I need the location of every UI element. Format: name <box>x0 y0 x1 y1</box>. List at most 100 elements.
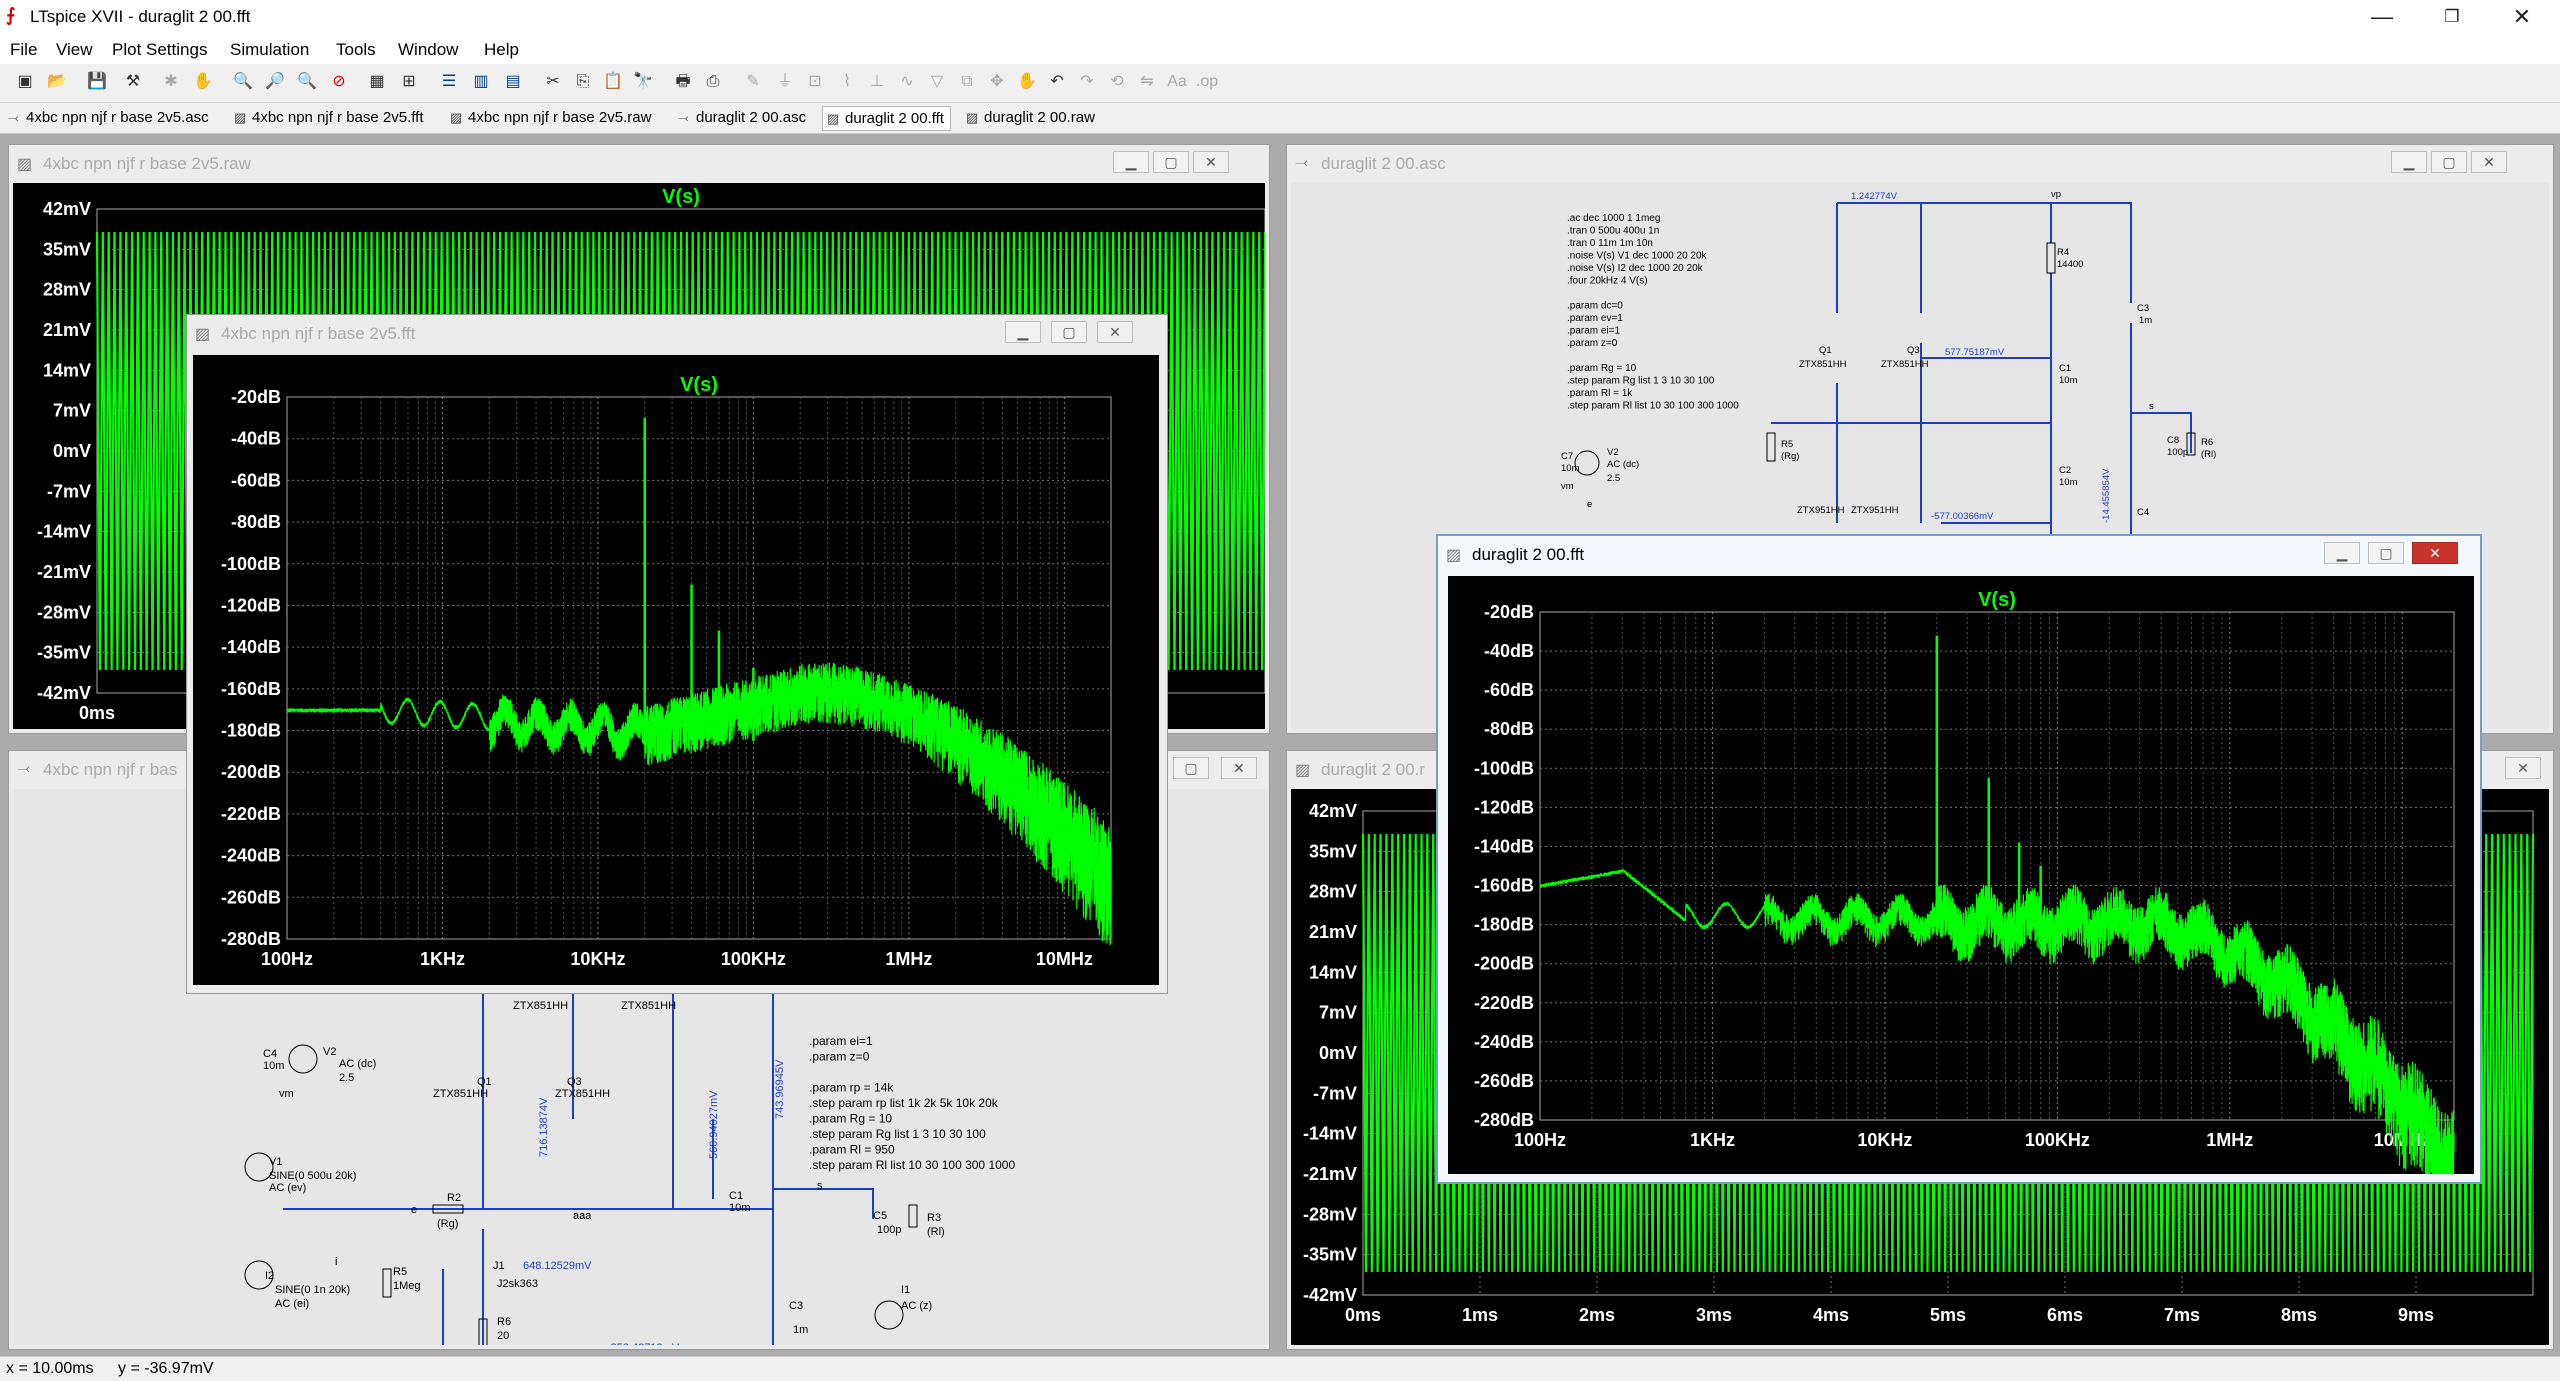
open-folder-icon[interactable]: 📂 <box>44 69 70 95</box>
cut-icon[interactable]: ✂ <box>540 69 566 95</box>
window-caption[interactable]: ▨ 4xbc npn njf r base 2v5.raw ▁ ▢ ✕ <box>9 145 1269 181</box>
cascade-icon[interactable]: ▤ <box>500 69 526 95</box>
run-icon[interactable]: ✱ <box>158 69 184 95</box>
y-tick-label: -14mV <box>1303 1124 1357 1144</box>
y-tick-label: 14mV <box>1309 962 1357 982</box>
rotate-icon[interactable]: ⟲ <box>1104 69 1130 95</box>
tab-4xbc-raw[interactable]: ▨ 4xbc npn njf r base 2v5.raw <box>446 106 657 129</box>
label-net-icon[interactable]: ⊡ <box>802 69 828 95</box>
window-caption[interactable]: ▨ 4xbc npn njf r base 2v5.fft ▁ ▢ ✕ <box>187 315 1167 351</box>
maximize-button[interactable]: ▢ <box>1173 757 1209 779</box>
schematic-label: R6 <box>497 1316 511 1328</box>
find-icon[interactable]: 🔭 <box>630 69 656 95</box>
schematic-label: 1Meg <box>393 1280 421 1292</box>
close-button[interactable]: ✕ <box>2505 757 2541 779</box>
component-icon[interactable]: ⧉ <box>954 69 980 95</box>
schematic-icon: ⤙ <box>678 110 689 125</box>
minimize-button[interactable]: ▁ <box>1113 151 1149 173</box>
copy-icon[interactable]: ⎘ <box>570 69 596 95</box>
waveform-icon: ▨ <box>234 110 247 125</box>
grid-icon[interactable]: ⊞ <box>396 69 422 95</box>
waveform-icon: ▨ <box>17 156 33 173</box>
tab-4xbc-fft[interactable]: ▨ 4xbc npn njf r base 2v5.fft <box>230 106 430 129</box>
menu-file[interactable]: File <box>10 40 37 60</box>
close-button[interactable]: ✕ <box>1221 757 1257 779</box>
close-button[interactable]: ✕ <box>2412 542 2458 564</box>
move-icon[interactable]: ✥ <box>984 69 1010 95</box>
new-schematic-icon[interactable]: ▣ <box>12 69 38 95</box>
minimize-button[interactable]: — <box>2352 0 2412 36</box>
halt-icon[interactable]: ✋ <box>190 69 216 95</box>
window-caption[interactable]: ⤙ duraglit 2 00.asc ▁ ▢ ✕ <box>1287 145 2553 181</box>
schematic-label: 1m <box>2139 315 2152 326</box>
print-icon[interactable]: 🖶 <box>670 69 696 95</box>
menu-view[interactable]: View <box>56 40 93 60</box>
paste-icon[interactable]: 📋 <box>600 69 626 95</box>
zoom-cancel-icon[interactable]: ⊘ <box>326 69 352 95</box>
schematic-label: C2 <box>2059 465 2071 476</box>
spice-directive: .tran 0 11m 1m 10n <box>1567 238 1653 249</box>
menu-help[interactable]: Help <box>484 40 519 60</box>
minimize-button[interactable]: ▁ <box>2391 151 2427 173</box>
print-preview-icon[interactable]: ⎙ <box>700 69 726 95</box>
spice-directive-icon[interactable]: .op <box>1194 69 1220 95</box>
schematic-label: (Rg) <box>437 1218 458 1230</box>
y-tick-label: -220dB <box>1474 993 1534 1013</box>
fft-plot-1[interactable]: -20dB -40dB -60dB -80dB -100dB -120dB -140dB -1… <box>193 355 1159 985</box>
close-button[interactable]: ✕ <box>2492 0 2552 36</box>
maximize-button[interactable]: ▢ <box>2431 151 2467 173</box>
fft-plot-2[interactable]: -20dB -40dB -60dB -80dB -100dB -120dB -140dB -1… <box>1448 576 2474 1174</box>
capacitor-icon[interactable]: ⊥ <box>864 69 890 95</box>
maximize-button[interactable]: ▢ <box>1153 151 1189 173</box>
maximize-button[interactable]: ▢ <box>1051 321 1087 343</box>
close-button[interactable]: ✕ <box>1097 321 1133 343</box>
menu-tools[interactable]: Tools <box>336 40 376 60</box>
minimize-button[interactable]: ▁ <box>2324 542 2360 564</box>
maximize-button[interactable]: ▢ <box>2368 542 2404 564</box>
pan-icon[interactable]: 🔎 <box>262 69 288 95</box>
tile-vertical-icon[interactable]: ▥ <box>468 69 494 95</box>
wire-icon[interactable]: ✎ <box>740 69 766 95</box>
schematic-label: -858.43712mV <box>607 1342 680 1345</box>
schematic-label: J1 <box>493 1260 505 1272</box>
control-panel-icon[interactable]: ⚒ <box>120 69 146 95</box>
tab-duraglit-fft[interactable]: ▨ duraglit 2 00.fft <box>822 106 951 131</box>
tile-horizontal-icon[interactable]: ☰ <box>436 69 462 95</box>
menu-window[interactable]: Window <box>398 40 458 60</box>
zoom-in-icon[interactable]: 🔍 <box>230 69 256 95</box>
x-tick-label: 100Hz <box>261 949 313 969</box>
source-i1 <box>874 1300 904 1330</box>
autorange-icon[interactable]: ▦ <box>364 69 390 95</box>
close-button[interactable]: ✕ <box>1193 151 1229 173</box>
window-fft2[interactable]: ▨ duraglit 2 00.fft ▁ ▢ ✕ -20dB -40dB -60d… <box>1436 534 2482 1184</box>
tab-duraglit-raw[interactable]: ▨ duraglit 2 00.raw <box>962 106 1101 129</box>
status-bar: x = 10.00ms y = -36.97mV <box>0 1356 2560 1381</box>
tab-duraglit-asc[interactable]: ⤙ duraglit 2 00.asc <box>674 106 812 129</box>
text-icon[interactable]: Aa <box>1164 69 1190 95</box>
minimize-button[interactable]: ▁ <box>1005 321 1041 343</box>
tab-4xbc-asc[interactable]: ⤙ 4xbc npn njf r base 2v5.asc <box>4 106 215 129</box>
spice-directive: .param ev=1 <box>1567 313 1623 324</box>
inductor-icon[interactable]: ∿ <box>894 69 920 95</box>
mirror-icon[interactable]: ⇋ <box>1134 69 1160 95</box>
window-fft1[interactable]: ▨ 4xbc npn njf r base 2v5.fft ▁ ▢ ✕ -20d… <box>186 314 1168 994</box>
menu-simulation[interactable]: Simulation <box>230 40 309 60</box>
undo-icon[interactable]: ↶ <box>1044 69 1070 95</box>
ground-icon[interactable]: ⏚ <box>772 69 798 95</box>
zoom-out-icon[interactable]: 🔍 <box>294 69 320 95</box>
restore-button[interactable]: ❐ <box>2422 0 2482 36</box>
close-button[interactable]: ✕ <box>2471 151 2507 173</box>
schematic-label: e <box>1587 499 1592 510</box>
save-icon[interactable]: 💾 <box>84 69 110 95</box>
y-tick-label: -60dB <box>231 470 281 490</box>
window-caption[interactable]: ▨ duraglit 2 00.fft ▁ ▢ ✕ <box>1438 536 2480 572</box>
menu-plot-settings[interactable]: Plot Settings <box>112 40 207 60</box>
plot-frame <box>286 396 1112 940</box>
resistor-icon[interactable]: ⌇ <box>834 69 860 95</box>
redo-icon[interactable]: ↷ <box>1074 69 1100 95</box>
drag-icon[interactable]: ✋ <box>1014 69 1040 95</box>
diode-icon[interactable]: ▽ <box>924 69 950 95</box>
x-tick-label: 8ms <box>2281 1305 2317 1325</box>
cursor-x-readout: x = 10.00ms <box>6 1360 94 1377</box>
schematic-label: 1m <box>793 1324 808 1336</box>
